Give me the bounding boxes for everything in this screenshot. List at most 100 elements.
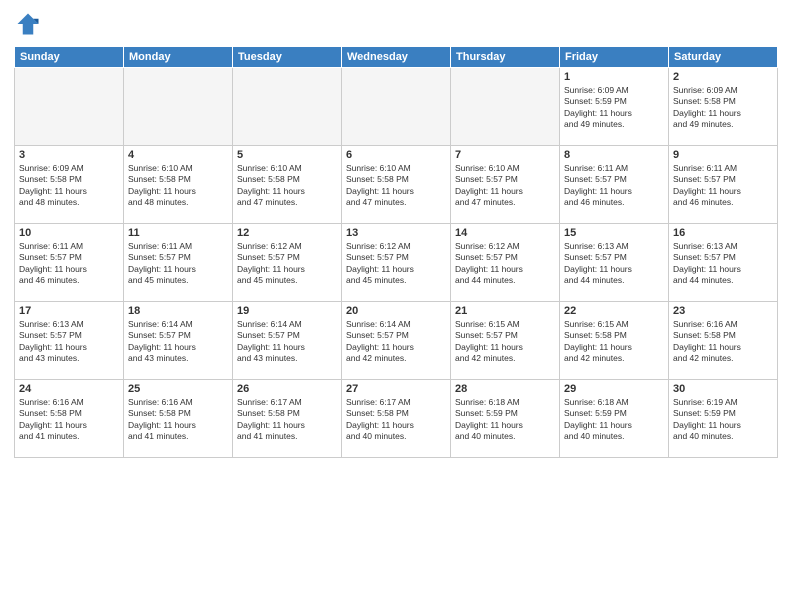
day-number: 6: [346, 149, 446, 161]
calendar-cell: 26 Sunrise: 6:17 AM Sunset: 5:58 PM Dayli…: [233, 380, 342, 458]
calendar-week-3: 10Sunrise: 6:11 AM Sunset: 5:57 PM Dayli…: [15, 224, 778, 302]
weekday-header-tuesday: Tuesday: [233, 47, 342, 68]
day-number: 16: [673, 227, 773, 239]
calendar-week-5: 24 Sunrise: 6:16 AM Sunset: 5:58 PM Dayli…: [15, 380, 778, 458]
day-info: Sunrise: 6:17 AM Sunset: 5:58 PM Dayligh…: [237, 397, 337, 443]
day-number: 19: [237, 305, 337, 317]
calendar-cell: 9 Sunrise: 6:11 AM Sunset: 5:57 PM Daylig…: [669, 146, 778, 224]
calendar-cell: 6 Sunrise: 6:10 AM Sunset: 5:58 PM Daylig…: [342, 146, 451, 224]
calendar-cell: 22 Sunrise: 6:15 AM Sunset: 5:58 PM Dayli…: [560, 302, 669, 380]
logo-icon: [14, 10, 42, 38]
day-number: 9: [673, 149, 773, 161]
day-info: Sunrise: 6:18 AM Sunset: 5:59 PM Dayligh…: [455, 397, 555, 443]
day-info: Sunrise: 6:17 AM Sunset: 5:58 PM Dayligh…: [346, 397, 446, 443]
day-info: Sunrise: 6:18 AM Sunset: 5:59 PM Dayligh…: [564, 397, 664, 443]
day-number: 27: [346, 383, 446, 395]
calendar-cell: [451, 68, 560, 146]
calendar-cell: 7 Sunrise: 6:10 AM Sunset: 5:57 PM Daylig…: [451, 146, 560, 224]
weekday-header-saturday: Saturday: [669, 47, 778, 68]
day-info: Sunrise: 6:09 AM Sunset: 5:58 PM Dayligh…: [673, 85, 773, 131]
day-info: Sunrise: 6:13 AM Sunset: 5:57 PM Dayligh…: [564, 241, 664, 287]
calendar-cell: 5 Sunrise: 6:10 AM Sunset: 5:58 PM Daylig…: [233, 146, 342, 224]
calendar-cell: [233, 68, 342, 146]
calendar-cell: 2 Sunrise: 6:09 AM Sunset: 5:58 PM Daylig…: [669, 68, 778, 146]
calendar-cell: [342, 68, 451, 146]
weekday-header-sunday: Sunday: [15, 47, 124, 68]
calendar-cell: 16 Sunrise: 6:13 AM Sunset: 5:57 PM Dayli…: [669, 224, 778, 302]
calendar-cell: 20Sunrise: 6:14 AM Sunset: 5:57 PM Dayli…: [342, 302, 451, 380]
calendar-cell: 28 Sunrise: 6:18 AM Sunset: 5:59 PM Dayli…: [451, 380, 560, 458]
day-number: 1: [564, 71, 664, 83]
calendar-cell: 19Sunrise: 6:14 AM Sunset: 5:57 PM Dayli…: [233, 302, 342, 380]
day-info: Sunrise: 6:09 AM Sunset: 5:58 PM Dayligh…: [19, 163, 119, 209]
calendar-cell: 1Sunrise: 6:09 AM Sunset: 5:59 PM Daylig…: [560, 68, 669, 146]
day-info: Sunrise: 6:12 AM Sunset: 5:57 PM Dayligh…: [346, 241, 446, 287]
day-number: 2: [673, 71, 773, 83]
weekday-header-friday: Friday: [560, 47, 669, 68]
page: SundayMondayTuesdayWednesdayThursdayFrid…: [0, 0, 792, 612]
day-number: 3: [19, 149, 119, 161]
day-number: 22: [564, 305, 664, 317]
calendar-cell: 27 Sunrise: 6:17 AM Sunset: 5:58 PM Dayli…: [342, 380, 451, 458]
day-info: Sunrise: 6:10 AM Sunset: 5:58 PM Dayligh…: [237, 163, 337, 209]
day-number: 21: [455, 305, 555, 317]
day-info: Sunrise: 6:16 AM Sunset: 5:58 PM Dayligh…: [128, 397, 228, 443]
day-info: Sunrise: 6:16 AM Sunset: 5:58 PM Dayligh…: [19, 397, 119, 443]
calendar-week-4: 17 Sunrise: 6:13 AM Sunset: 5:57 PM Dayli…: [15, 302, 778, 380]
calendar-cell: 3 Sunrise: 6:09 AM Sunset: 5:58 PM Daylig…: [15, 146, 124, 224]
calendar-cell: 24 Sunrise: 6:16 AM Sunset: 5:58 PM Dayli…: [15, 380, 124, 458]
day-info: Sunrise: 6:14 AM Sunset: 5:57 PM Dayligh…: [128, 319, 228, 365]
day-number: 13: [346, 227, 446, 239]
day-number: 24: [19, 383, 119, 395]
day-info: Sunrise: 6:11 AM Sunset: 5:57 PM Dayligh…: [128, 241, 228, 287]
calendar-table: SundayMondayTuesdayWednesdayThursdayFrid…: [14, 46, 778, 458]
day-info: Sunrise: 6:12 AM Sunset: 5:57 PM Dayligh…: [455, 241, 555, 287]
logo: [14, 10, 45, 38]
calendar-cell: 18Sunrise: 6:14 AM Sunset: 5:57 PM Dayli…: [124, 302, 233, 380]
day-info: Sunrise: 6:12 AM Sunset: 5:57 PM Dayligh…: [237, 241, 337, 287]
day-number: 25: [128, 383, 228, 395]
day-info: Sunrise: 6:10 AM Sunset: 5:58 PM Dayligh…: [346, 163, 446, 209]
day-number: 8: [564, 149, 664, 161]
calendar-cell: 11Sunrise: 6:11 AM Sunset: 5:57 PM Dayli…: [124, 224, 233, 302]
day-info: Sunrise: 6:11 AM Sunset: 5:57 PM Dayligh…: [19, 241, 119, 287]
calendar-cell: 30 Sunrise: 6:19 AM Sunset: 5:59 PM Dayli…: [669, 380, 778, 458]
calendar-cell: 25 Sunrise: 6:16 AM Sunset: 5:58 PM Dayli…: [124, 380, 233, 458]
day-number: 5: [237, 149, 337, 161]
day-number: 26: [237, 383, 337, 395]
day-number: 28: [455, 383, 555, 395]
calendar-cell: 15 Sunrise: 6:13 AM Sunset: 5:57 PM Dayli…: [560, 224, 669, 302]
calendar-cell: [124, 68, 233, 146]
calendar-cell: 17 Sunrise: 6:13 AM Sunset: 5:57 PM Dayli…: [15, 302, 124, 380]
calendar-cell: 8 Sunrise: 6:11 AM Sunset: 5:57 PM Daylig…: [560, 146, 669, 224]
day-info: Sunrise: 6:19 AM Sunset: 5:59 PM Dayligh…: [673, 397, 773, 443]
calendar-week-1: 1Sunrise: 6:09 AM Sunset: 5:59 PM Daylig…: [15, 68, 778, 146]
calendar-cell: 21Sunrise: 6:15 AM Sunset: 5:57 PM Dayli…: [451, 302, 560, 380]
calendar-cell: 23 Sunrise: 6:16 AM Sunset: 5:58 PM Dayli…: [669, 302, 778, 380]
day-info: Sunrise: 6:13 AM Sunset: 5:57 PM Dayligh…: [19, 319, 119, 365]
calendar-week-2: 3 Sunrise: 6:09 AM Sunset: 5:58 PM Daylig…: [15, 146, 778, 224]
calendar-cell: 29 Sunrise: 6:18 AM Sunset: 5:59 PM Dayli…: [560, 380, 669, 458]
day-number: 12: [237, 227, 337, 239]
day-info: Sunrise: 6:13 AM Sunset: 5:57 PM Dayligh…: [673, 241, 773, 287]
day-number: 7: [455, 149, 555, 161]
day-info: Sunrise: 6:11 AM Sunset: 5:57 PM Dayligh…: [564, 163, 664, 209]
calendar-cell: 10Sunrise: 6:11 AM Sunset: 5:57 PM Dayli…: [15, 224, 124, 302]
day-number: 15: [564, 227, 664, 239]
day-info: Sunrise: 6:15 AM Sunset: 5:58 PM Dayligh…: [564, 319, 664, 365]
day-number: 23: [673, 305, 773, 317]
day-number: 4: [128, 149, 228, 161]
calendar-cell: 13 Sunrise: 6:12 AM Sunset: 5:57 PM Dayli…: [342, 224, 451, 302]
day-number: 30: [673, 383, 773, 395]
day-number: 17: [19, 305, 119, 317]
weekday-header-thursday: Thursday: [451, 47, 560, 68]
day-info: Sunrise: 6:10 AM Sunset: 5:58 PM Dayligh…: [128, 163, 228, 209]
day-number: 14: [455, 227, 555, 239]
weekday-header-monday: Monday: [124, 47, 233, 68]
day-info: Sunrise: 6:11 AM Sunset: 5:57 PM Dayligh…: [673, 163, 773, 209]
day-number: 20: [346, 305, 446, 317]
day-info: Sunrise: 6:16 AM Sunset: 5:58 PM Dayligh…: [673, 319, 773, 365]
day-number: 29: [564, 383, 664, 395]
weekday-header-row: SundayMondayTuesdayWednesdayThursdayFrid…: [15, 47, 778, 68]
day-info: Sunrise: 6:10 AM Sunset: 5:57 PM Dayligh…: [455, 163, 555, 209]
